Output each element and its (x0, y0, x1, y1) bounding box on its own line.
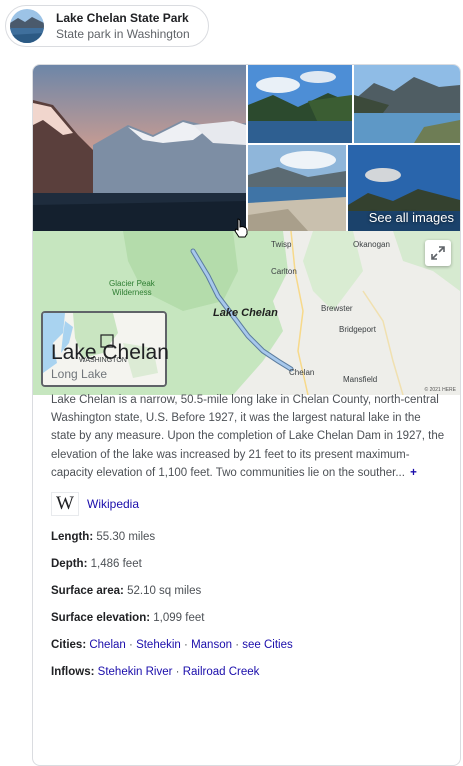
wikipedia-logo: W (51, 492, 79, 517)
fact-area-value: 52.10 sq miles (127, 585, 202, 598)
fact-depth: Depth: 1,486 feet (51, 551, 446, 578)
map-label-brewster: Brewster (321, 304, 353, 313)
fact-elevation-label: Surface elevation: (51, 612, 151, 625)
separator: · (175, 666, 180, 679)
map-label-okanogan: Okanogan (353, 240, 390, 249)
knowledge-panel: See all images Twisp Okanogan Carlton Gl… (32, 64, 461, 766)
entity-info: Lake Chelan Long Lake Lake Chelan is a n… (51, 341, 446, 686)
map-label-carlton: Carlton (271, 267, 297, 276)
fact-surface-area: Surface area: 52.10 sq miles (51, 578, 446, 605)
map-label-twisp: Twisp (271, 240, 292, 249)
see-all-images-link[interactable]: See all images (369, 210, 454, 225)
expand-icon (431, 246, 445, 260)
chip-subtitle: State park in Washington (56, 27, 190, 41)
image-thumb-2[interactable] (248, 65, 352, 143)
fact-cities: Cities: Chelan · Stehekin · Manson · see… (51, 632, 446, 659)
map-label-lake-chelan: Lake Chelan (213, 307, 278, 319)
image-mosaic: See all images (33, 65, 460, 231)
fact-surface-elevation: Surface elevation: 1,099 feet (51, 605, 446, 632)
fact-depth-value: 1,486 feet (90, 558, 142, 571)
fact-elevation-value: 1,099 feet (153, 612, 205, 625)
map-label-glacier-peak: Glacier Peak Wilderness (109, 279, 155, 297)
related-entity-chip[interactable]: Lake Chelan State Park State park in Was… (5, 5, 209, 47)
entity-description: Lake Chelan is a narrow, 50.5-mile long … (51, 391, 446, 482)
inflow-link-stehekin-river[interactable]: Stehekin River (98, 666, 173, 678)
entity-subtitle: Long Lake (51, 367, 108, 381)
image-thumb-3[interactable] (354, 65, 460, 143)
chip-thumbnail (10, 9, 44, 43)
fact-depth-label: Depth: (51, 558, 88, 571)
wikipedia-link[interactable]: Wikipedia (87, 497, 139, 511)
city-link-manson[interactable]: Manson (191, 639, 232, 651)
fact-cities-label: Cities: (51, 639, 87, 652)
mouse-pointer-icon (233, 218, 249, 243)
expand-description-button[interactable]: + (410, 467, 417, 479)
map-label-bridgeport: Bridgeport (339, 325, 376, 334)
image-thumb-4[interactable] (248, 145, 346, 231)
fact-area-label: Surface area: (51, 585, 124, 598)
inflow-link-railroad-creek[interactable]: Railroad Creek (183, 666, 260, 678)
separator: · (129, 639, 133, 652)
city-link-stehekin[interactable]: Stehekin (136, 639, 181, 651)
fact-inflows-label: Inflows: (51, 666, 95, 679)
description-text: Lake Chelan is a narrow, 50.5-mile long … (51, 394, 445, 479)
fact-length-value: 55.30 miles (96, 531, 156, 544)
main-image[interactable] (33, 65, 246, 231)
expand-map-button[interactable] (425, 240, 451, 266)
image-thumb-5[interactable]: See all images (348, 145, 460, 231)
fact-length-label: Length: (51, 531, 94, 544)
fact-inflows: Inflows: Stehekin River · Railroad Creek (51, 659, 446, 686)
see-cities-link[interactable]: see Cities (242, 639, 293, 651)
chip-title: Lake Chelan State Park (56, 11, 189, 25)
entity-title: Lake Chelan (51, 341, 169, 364)
separator: · (184, 639, 188, 652)
fact-length: Length: 55.30 miles (51, 524, 446, 551)
city-link-chelan[interactable]: Chelan (89, 639, 125, 651)
separator: · (235, 639, 240, 652)
source-row: W Wikipedia (51, 492, 446, 517)
